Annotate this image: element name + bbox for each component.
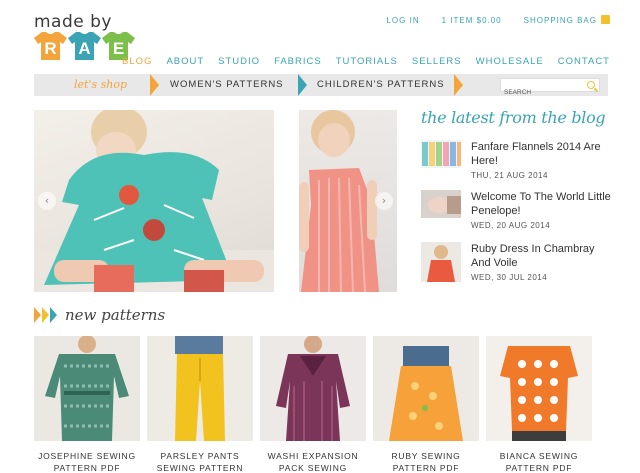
post-title[interactable]: Ruby Dress In Chambray And Voile	[471, 242, 611, 270]
login-link[interactable]: LOG IN	[386, 16, 419, 25]
new-patterns-header: new patterns	[34, 306, 165, 324]
slider-next-arrow-icon[interactable]: ›	[375, 192, 393, 210]
search-icon[interactable]	[587, 81, 595, 89]
logo-shirt-r: R	[34, 32, 67, 60]
post-thumbnail[interactable]	[421, 190, 461, 218]
product-name[interactable]: WASHI EXPANSION PACK SEWING	[260, 450, 366, 473]
product-image[interactable]	[260, 336, 366, 441]
chevron-right-icon	[298, 74, 307, 96]
product-card[interactable]: WASHI EXPANSION PACK SEWING	[260, 336, 366, 473]
product-name[interactable]: BIANCA SEWING PATTERN PDF	[486, 450, 592, 473]
childrens-patterns-link[interactable]: CHILDREN'S PATTERNS	[317, 79, 445, 90]
site-logo[interactable]: made by R A E	[34, 12, 135, 60]
post-date: WED, 30 JUL 2014	[471, 273, 548, 282]
post-thumbnail[interactable]	[421, 140, 461, 168]
triple-chevron-icon	[34, 307, 57, 323]
nav-wholesale[interactable]: WHOLESALE	[476, 56, 544, 67]
shopping-bag-link[interactable]: SHOPPING BAG	[524, 16, 597, 25]
search-box	[500, 78, 600, 99]
shop-label: let's shop	[74, 78, 128, 91]
nav-studio[interactable]: STUDIO	[218, 56, 260, 67]
product-image[interactable]	[147, 336, 253, 441]
shop-bar: let's shop WOMEN'S PATTERNS CHILDREN'S P…	[34, 74, 608, 99]
logo-letter: A	[78, 39, 91, 58]
post-title[interactable]: Welcome To The World Little Penelope!	[471, 190, 611, 218]
product-image[interactable]	[486, 336, 592, 441]
shopping-bag-icon[interactable]	[601, 15, 610, 24]
product-card[interactable]: BIANCA SEWING PATTERN PDF	[486, 336, 592, 473]
product-name[interactable]: JOSEPHINE SEWING PATTERN PDF	[34, 450, 140, 473]
product-grid: JOSEPHINE SEWING PATTERN PDF PARSLEY PAN…	[34, 336, 592, 473]
nav-fabrics[interactable]: FABRICS	[274, 56, 322, 67]
product-image[interactable]	[34, 336, 140, 441]
chevron-right-icon	[454, 74, 463, 96]
post-date: WED, 20 AUG 2014	[471, 221, 551, 230]
product-card[interactable]: PARSLEY PANTS SEWING PATTERN	[147, 336, 253, 473]
product-card[interactable]: RUBY SEWING PATTERN PDF	[373, 336, 479, 473]
product-image[interactable]	[373, 336, 479, 441]
product-name[interactable]: RUBY SEWING PATTERN PDF	[373, 450, 479, 473]
post-title[interactable]: Fanfare Flannels 2014 Are Here!	[471, 140, 611, 168]
nav-blog[interactable]: BLOG	[122, 56, 152, 67]
top-links: LOG IN 1 ITEM $0.00 SHOPPING BAG	[386, 15, 610, 25]
new-patterns-heading: new patterns	[65, 306, 166, 324]
nav-sellers[interactable]: SELLERS	[412, 56, 462, 67]
post-date: THU, 21 AUG 2014	[471, 171, 548, 180]
slide-image-girl-teal-dress	[34, 110, 274, 292]
search-input[interactable]	[501, 86, 581, 99]
nav-tutorials[interactable]: TUTORIALS	[336, 56, 398, 67]
blog-heading: the latest from the blog	[421, 108, 606, 127]
blog-post-item[interactable]: Welcome To The World Little Penelope! WE…	[421, 190, 611, 230]
logo-letter: R	[44, 39, 57, 58]
blog-post-item[interactable]: Ruby Dress In Chambray And Voile WED, 30…	[421, 242, 611, 282]
logo-shirt-a: A	[68, 32, 101, 60]
nav-contact[interactable]: CONTACT	[558, 56, 610, 67]
main-nav: BLOG ABOUT STUDIO FABRICS TUTORIALS SELL…	[122, 56, 610, 67]
womens-patterns-link[interactable]: WOMEN'S PATTERNS	[170, 79, 284, 90]
post-thumbnail[interactable]	[421, 242, 461, 282]
product-name[interactable]: PARSLEY PANTS SEWING PATTERN	[147, 450, 253, 473]
slider-prev-arrow-icon[interactable]: ‹	[38, 192, 56, 210]
product-card[interactable]: JOSEPHINE SEWING PATTERN PDF	[34, 336, 140, 473]
blog-post-item[interactable]: Fanfare Flannels 2014 Are Here! THU, 21 …	[421, 140, 611, 180]
nav-about[interactable]: ABOUT	[166, 56, 204, 67]
hero-slider[interactable]: ‹ ›	[34, 110, 397, 292]
cart-summary-link[interactable]: 1 ITEM $0.00	[442, 16, 502, 25]
chevron-right-icon	[150, 74, 159, 96]
logo-text: made by	[34, 12, 112, 32]
